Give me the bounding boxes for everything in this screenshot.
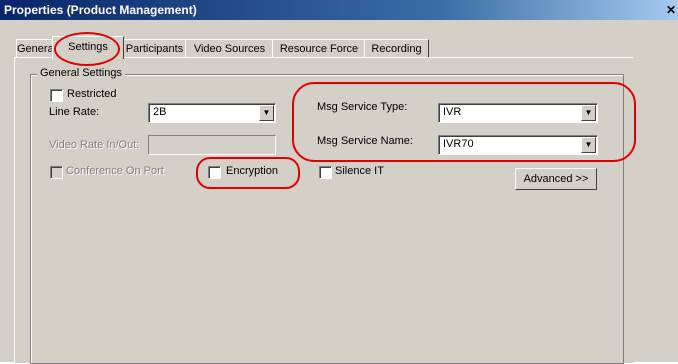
advanced-button[interactable]: Advanced >> (515, 168, 597, 190)
tab-label: General (17, 43, 57, 55)
msg-service-name-value: IVR70 (443, 138, 474, 150)
video-rate-label: Video Rate In/Out: (49, 139, 140, 151)
silence-it-label: Silence IT (335, 165, 384, 177)
conference-on-port-label: Conference On Port (66, 165, 164, 177)
window-title: Properties (Product Management) (4, 3, 197, 17)
tab-participants[interactable]: Participants (122, 39, 187, 58)
restricted-checkbox[interactable] (50, 89, 63, 102)
video-rate-field[interactable] (148, 135, 276, 155)
encryption-checkbox[interactable] (208, 166, 221, 179)
line-rate-value: 2B (153, 106, 167, 118)
tab-video-sources[interactable]: Video Sources (185, 39, 274, 58)
tab-label: Resource Force (279, 43, 359, 55)
tab-settings[interactable]: Settings (52, 36, 124, 59)
group-label: General Settings (37, 67, 125, 79)
msg-service-type-value: IVR (443, 106, 462, 118)
tab-recording[interactable]: Recording (364, 39, 429, 58)
tab-general[interactable]: General (16, 39, 57, 58)
close-icon[interactable]: ✕ (666, 4, 676, 16)
tab-label: Video Sources (193, 43, 266, 55)
chevron-down-icon[interactable]: ▼ (581, 105, 596, 121)
tab-label: Recording (371, 43, 422, 55)
msg-service-type-select[interactable]: IVR ▼ (438, 103, 598, 123)
msg-service-type-label: Msg Service Type: (317, 101, 408, 113)
msg-service-name-select[interactable]: IVR70 ▼ (438, 135, 598, 155)
chevron-down-icon[interactable]: ▼ (581, 137, 596, 153)
restricted-label: Restricted (67, 88, 117, 100)
chevron-down-icon[interactable]: ▼ (259, 105, 274, 121)
conference-on-port-checkbox[interactable] (50, 166, 63, 179)
tab-label: Settings (68, 41, 108, 53)
advanced-button-label: Advanced >> (523, 173, 589, 185)
tab-label: Participants (125, 43, 184, 55)
properties-dialog: Properties (Product Management) ✕ Genera… (0, 0, 678, 364)
tab-resource-force[interactable]: Resource Force (272, 39, 366, 58)
msg-service-name-label: Msg Service Name: (317, 135, 413, 147)
line-rate-select[interactable]: 2B ▼ (148, 103, 276, 123)
title-bar[interactable]: Properties (Product Management) ✕ (0, 0, 678, 20)
line-rate-label: Line Rate: (49, 106, 100, 118)
silence-it-checkbox[interactable] (319, 166, 332, 179)
encryption-label: Encryption (226, 165, 278, 177)
